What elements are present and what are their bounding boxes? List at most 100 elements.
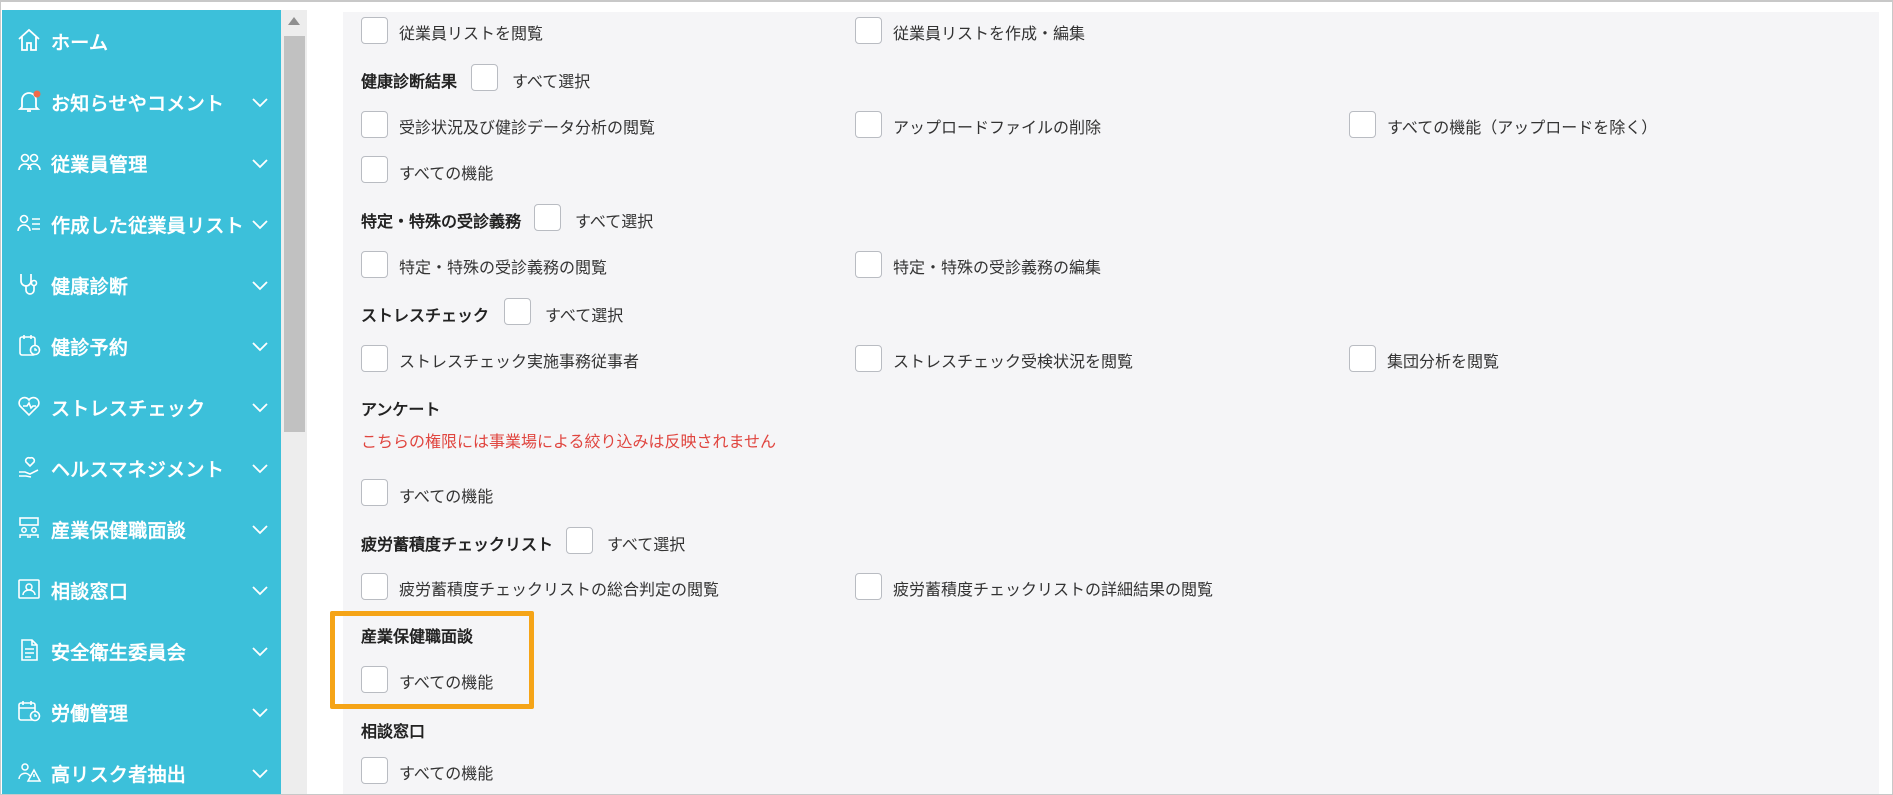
option-label: ストレスチェック実施事務従事者 — [399, 352, 640, 371]
survey-notice: こちらの権限には事業場による絞り込みは反映されません — [361, 432, 777, 451]
checkbox-occupational-all[interactable] — [361, 666, 388, 693]
option-label: ストレスチェック受検状況を閲覧 — [893, 352, 1134, 371]
app-window: ホーム お知らせやコメント 従業員管理 作成した従業員リスト 健康診断 健診予約 — [0, 0, 1893, 795]
checkbox-special-exam-edit[interactable] — [855, 251, 882, 278]
sidebar-item-label: 労働管理 — [51, 703, 129, 725]
checkbox-select-all-special-exam[interactable] — [534, 204, 561, 231]
checkbox-select-all-health-exam[interactable] — [471, 64, 498, 91]
calendar-clipboard-icon — [19, 335, 41, 356]
sidebar-item-label: 健康診断 — [51, 276, 129, 298]
sidebar-item-exam-reservation[interactable]: 健診予約 — [2, 315, 281, 376]
sidebar-item-employees[interactable]: 従業員管理 — [2, 132, 281, 193]
sidebar-item-consultation[interactable]: 相談窓口 — [2, 559, 281, 620]
chevron-down-icon — [252, 525, 268, 535]
main-content: 従業員リストを閲覧 従業員リストを作成・編集 健康診断結果 すべて選択 受診状況… — [307, 4, 1892, 794]
sidebar-item-health-exam[interactable]: 健康診断 — [2, 254, 281, 315]
sidebar-item-high-risk[interactable]: 高リスク者抽出 — [2, 742, 281, 794]
sidebar-item-employee-lists[interactable]: 作成した従業員リスト — [2, 193, 281, 254]
calendar-clock-icon — [18, 701, 41, 722]
bell-icon — [17, 90, 41, 112]
section-title-fatigue: 疲労蓄積度チェックリスト — [361, 535, 554, 554]
sidebar-item-label: ヘルスマネジメント — [51, 459, 225, 481]
hand-heart-icon — [19, 456, 39, 478]
option-label: すべての機能（アップロードを除く） — [1387, 118, 1658, 137]
checkbox-survey-all[interactable] — [361, 479, 388, 506]
sidebar-item-notifications[interactable]: お知らせやコメント — [2, 71, 281, 132]
chevron-down-icon — [252, 159, 268, 169]
sidebar-item-safety-committee[interactable]: 安全衛生委員会 — [2, 620, 281, 681]
chevron-down-icon — [252, 708, 268, 718]
sidebar-item-health-management[interactable]: ヘルスマネジメント — [2, 437, 281, 498]
checkbox-health-exam-all[interactable] — [361, 156, 388, 183]
select-all-label: すべて選択 — [575, 212, 654, 231]
option-label: 疲労蓄積度チェックリストの総合判定の閲覧 — [399, 580, 720, 599]
checkbox-fatigue-overall[interactable] — [361, 573, 388, 600]
home-icon — [18, 28, 40, 51]
checkbox-group-analysis[interactable] — [1349, 345, 1376, 372]
sidebar-item-occupational-interview[interactable]: 産業保健職面談 — [2, 498, 281, 559]
sidebar-item-label: 産業保健職面談 — [51, 520, 187, 542]
meeting-icon — [19, 517, 39, 538]
chevron-down-icon — [252, 647, 268, 657]
checkbox-select-all-fatigue[interactable] — [566, 527, 593, 554]
option-label: アップロードファイルの削除 — [893, 118, 1102, 137]
stethoscope-icon — [20, 274, 38, 295]
chevron-down-icon — [252, 464, 268, 474]
option-label: 受診状況及び健診データ分析の閲覧 — [399, 118, 656, 137]
checkbox-delete-upload[interactable] — [855, 111, 882, 138]
option-label: 集団分析を閲覧 — [1387, 352, 1500, 371]
checkbox-consult-all[interactable] — [361, 757, 388, 784]
sidebar-scrollbar[interactable] — [281, 10, 307, 794]
sidebar-item-stress-check[interactable]: ストレスチェック — [2, 376, 281, 437]
option-label: 疲労蓄積度チェックリストの詳細結果の閲覧 — [893, 580, 1214, 599]
checkbox-select-all-stress-check[interactable] — [504, 298, 531, 325]
sidebar-item-label: 健診予約 — [51, 337, 129, 359]
option-label: すべての機能 — [399, 764, 494, 783]
scroll-up-arrow-icon[interactable] — [288, 17, 300, 25]
section-title-occupational: 産業保健職面談 — [361, 627, 474, 646]
checkbox-stress-check-admin[interactable] — [361, 345, 388, 372]
section-title-stress-check: ストレスチェック — [361, 306, 490, 325]
sidebar-item-label: 安全衛生委員会 — [51, 642, 187, 664]
checkbox-edit-employee-list[interactable] — [855, 17, 882, 44]
chevron-down-icon — [252, 98, 268, 108]
option-label: 従業員リストを閲覧 — [399, 24, 544, 43]
option-label: すべての機能 — [399, 164, 494, 183]
sidebar-item-label: ストレスチェック — [51, 398, 206, 420]
section-title-consult: 相談窓口 — [361, 722, 426, 741]
sidebar-item-labor-management[interactable]: 労働管理 — [2, 681, 281, 742]
checkbox-stress-check-status[interactable] — [855, 345, 882, 372]
chevron-down-icon — [252, 220, 268, 230]
select-all-label: すべて選択 — [545, 306, 624, 325]
sidebar-item-label: 作成した従業員リスト — [51, 215, 245, 237]
people-icon — [18, 153, 41, 171]
checkbox-all-except-upload[interactable] — [1349, 111, 1376, 138]
section-title-health-exam: 健康診断結果 — [361, 72, 458, 91]
chevron-down-icon — [252, 769, 268, 779]
people-warning-icon — [18, 763, 42, 782]
sidebar-item-label: お知らせやコメント — [51, 93, 225, 115]
sidebar-item-home[interactable]: ホーム — [2, 10, 281, 71]
option-label: 特定・特殊の受診義務の編集 — [893, 258, 1102, 277]
permissions-panel: 従業員リストを閲覧 従業員リストを作成・編集 健康診断結果 すべて選択 受診状況… — [343, 12, 1879, 794]
chevron-down-icon — [252, 586, 268, 596]
checkbox-special-exam-view[interactable] — [361, 251, 388, 278]
chevron-down-icon — [252, 281, 268, 291]
chevron-down-icon — [252, 403, 268, 413]
checkbox-health-exam-analysis[interactable] — [361, 111, 388, 138]
checkbox-fatigue-detail[interactable] — [855, 573, 882, 600]
sidebar-item-label: 高リスク者抽出 — [51, 764, 187, 786]
checkbox-view-employee-list[interactable] — [361, 17, 388, 44]
option-label: すべての機能 — [399, 487, 494, 506]
scrollbar-thumb[interactable] — [284, 36, 305, 432]
sidebar-item-label: 相談窓口 — [51, 581, 129, 603]
select-all-label: すべて選択 — [607, 535, 686, 554]
sidebar-item-label: 従業員管理 — [51, 154, 148, 176]
section-title-survey: アンケート — [361, 400, 441, 419]
chevron-down-icon — [252, 342, 268, 352]
section-title-special-exam: 特定・特殊の受診義務 — [361, 212, 522, 231]
heart-icon — [18, 396, 40, 417]
option-label: すべての機能 — [399, 673, 494, 692]
user-list-icon — [17, 214, 40, 232]
sidebar-item-label: ホーム — [51, 32, 109, 54]
